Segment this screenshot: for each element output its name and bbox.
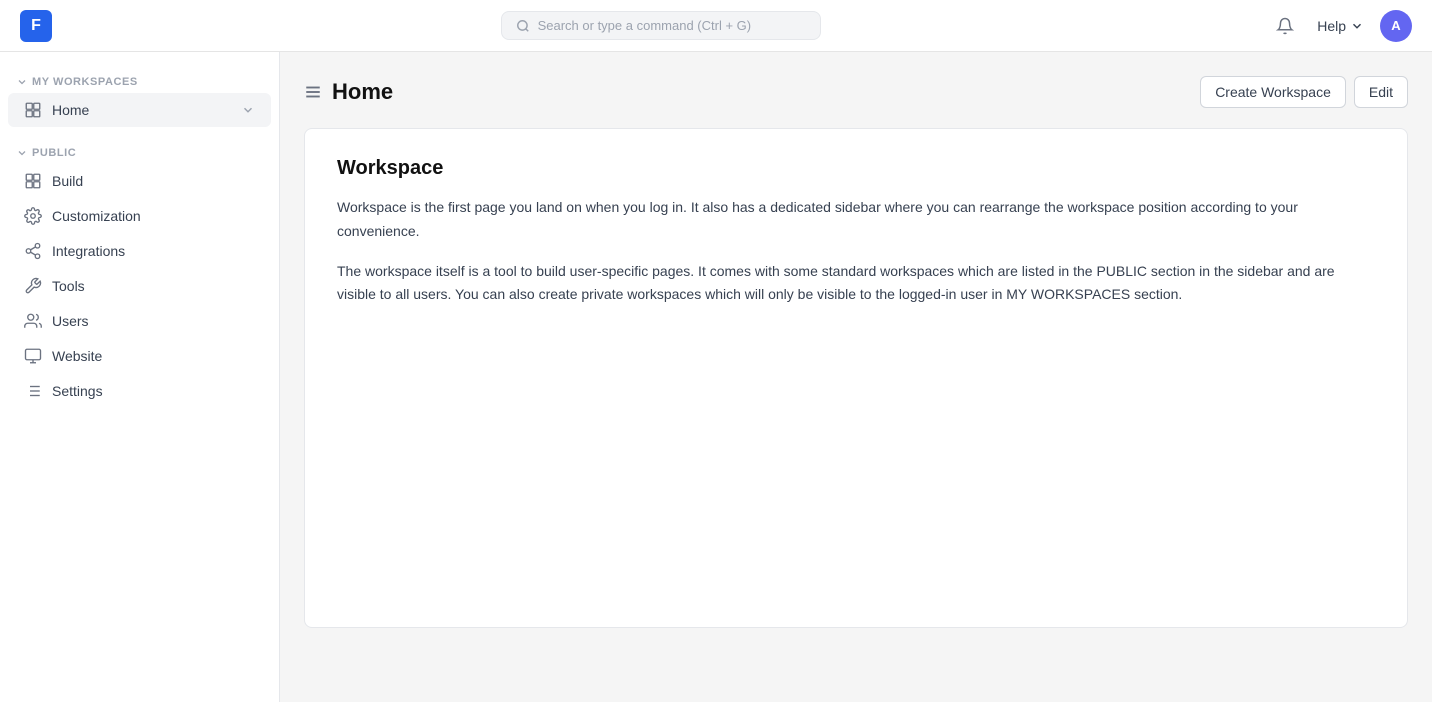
search-placeholder: Search or type a command (Ctrl + G): [538, 18, 752, 33]
notifications-button[interactable]: [1269, 10, 1301, 42]
sidebar-item-tools[interactable]: Tools: [8, 269, 271, 303]
bell-icon: [1276, 17, 1294, 35]
layout: MY WORKSPACES Home PUBLIC: [0, 0, 1432, 702]
settings-icon: [24, 382, 42, 400]
sidebar-item-website[interactable]: Website: [8, 339, 271, 373]
help-button[interactable]: Help: [1317, 18, 1364, 34]
sidebar-tools-label: Tools: [52, 278, 255, 294]
sidebar-website-label: Website: [52, 348, 255, 364]
app-logo[interactable]: F: [20, 10, 52, 42]
chevron-down-icon: [241, 103, 255, 117]
public-label: PUBLIC: [0, 139, 279, 163]
website-icon: [24, 347, 42, 365]
sidebar-customization-label: Customization: [52, 208, 255, 224]
customization-icon: [24, 207, 42, 225]
sidebar-users-label: Users: [52, 313, 255, 329]
page-title: Home: [332, 79, 393, 105]
sidebar-build-label: Build: [52, 173, 255, 189]
content-card: Workspace Workspace is the first page yo…: [304, 128, 1408, 628]
my-workspaces-label: MY WORKSPACES: [0, 68, 279, 92]
main-content: Home Create Workspace Edit Workspace Wor…: [280, 52, 1432, 702]
build-icon: [24, 172, 42, 190]
sidebar-item-home[interactable]: Home: [8, 93, 271, 127]
chevron-down-icon: [16, 76, 28, 88]
chevron-down-icon: [16, 147, 28, 159]
avatar[interactable]: A: [1380, 10, 1412, 42]
home-workspace-icon: [24, 101, 42, 119]
sidebar-settings-label: Settings: [52, 383, 255, 399]
search-icon: [516, 19, 530, 33]
sidebar: MY WORKSPACES Home PUBLIC: [0, 52, 280, 702]
sidebar-item-settings[interactable]: Settings: [8, 374, 271, 408]
navbar-left: F: [20, 10, 52, 42]
content-paragraph-2: The workspace itself is a tool to build …: [337, 260, 1375, 308]
search-bar[interactable]: Search or type a command (Ctrl + G): [501, 11, 821, 40]
content-heading: Workspace: [337, 157, 1375, 180]
page-title-wrapper: Home: [304, 79, 393, 105]
sidebar-item-customization[interactable]: Customization: [8, 199, 271, 233]
header-actions: Create Workspace Edit: [1200, 76, 1408, 108]
sidebar-item-build[interactable]: Build: [8, 164, 271, 198]
navbar-right: Help A: [1269, 10, 1412, 42]
sidebar-home-label: Home: [52, 102, 231, 118]
page-header: Home Create Workspace Edit: [304, 76, 1408, 108]
integrations-icon: [24, 242, 42, 260]
navbar-center: Search or type a command (Ctrl + G): [52, 11, 1269, 40]
sidebar-integrations-label: Integrations: [52, 243, 255, 259]
navbar: F Search or type a command (Ctrl + G) He…: [0, 0, 1432, 52]
hamburger-icon[interactable]: [304, 83, 322, 101]
edit-button[interactable]: Edit: [1354, 76, 1408, 108]
sidebar-item-users[interactable]: Users: [8, 304, 271, 338]
content-paragraph-1: Workspace is the first page you land on …: [337, 196, 1375, 244]
users-icon: [24, 312, 42, 330]
chevron-down-icon: [1350, 19, 1364, 33]
sidebar-item-integrations[interactable]: Integrations: [8, 234, 271, 268]
create-workspace-button[interactable]: Create Workspace: [1200, 76, 1346, 108]
tools-icon: [24, 277, 42, 295]
